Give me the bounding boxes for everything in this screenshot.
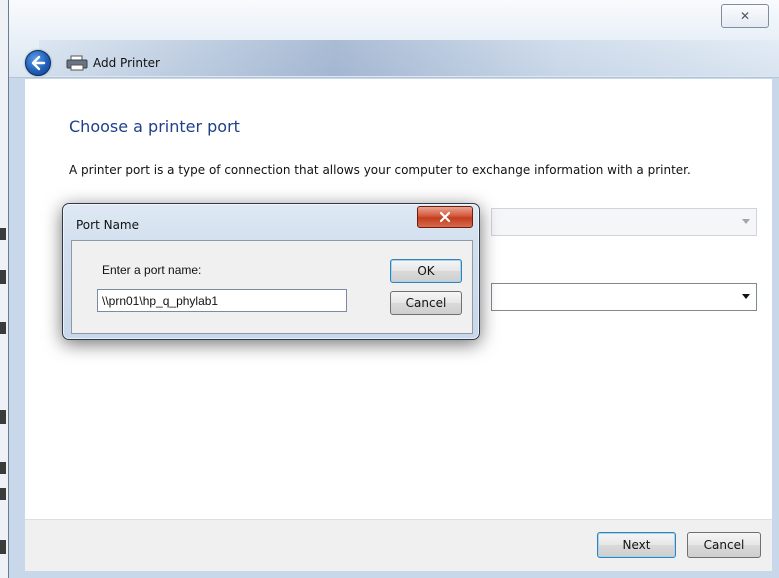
- back-arrow-icon: [31, 55, 46, 71]
- port-name-label: Enter a port name:: [102, 263, 202, 277]
- next-button[interactable]: Next: [597, 532, 676, 558]
- close-icon: ✕: [739, 9, 751, 23]
- dialog-cancel-button[interactable]: Cancel: [390, 291, 462, 315]
- ok-button[interactable]: OK: [390, 259, 462, 283]
- window-title: Add Printer: [93, 56, 160, 70]
- cancel-button[interactable]: Cancel: [687, 532, 761, 558]
- background-fragment: [0, 410, 6, 424]
- window-close-button[interactable]: ✕: [721, 4, 769, 28]
- background-fragment: [0, 462, 6, 474]
- chevron-down-icon: [742, 294, 750, 299]
- dialog-body: Enter a port name: OK Cancel: [71, 240, 473, 334]
- dialog-title: Port Name: [76, 218, 140, 232]
- title-bar: ✕ Add Printer: [9, 0, 779, 78]
- close-icon: [439, 211, 451, 223]
- wizard-footer: Next Cancel: [25, 519, 772, 571]
- page-description: A printer port is a type of connection t…: [69, 163, 691, 177]
- port-name-dialog: Port Name Enter a port name: OK Cancel: [62, 203, 480, 340]
- chevron-down-icon: [742, 219, 750, 224]
- page-heading: Choose a printer port: [69, 117, 240, 136]
- printer-icon: [66, 55, 88, 71]
- existing-port-dropdown[interactable]: [491, 208, 757, 236]
- background-fragment: [0, 228, 6, 240]
- new-port-type-dropdown[interactable]: [491, 283, 757, 311]
- port-name-input[interactable]: [97, 289, 347, 312]
- background-fragment: [0, 540, 6, 554]
- dialog-close-button[interactable]: [417, 206, 473, 228]
- background-fragment: [0, 270, 6, 284]
- back-button[interactable]: [25, 50, 51, 76]
- background-fragment: [0, 488, 6, 500]
- background-fragment: [0, 322, 6, 334]
